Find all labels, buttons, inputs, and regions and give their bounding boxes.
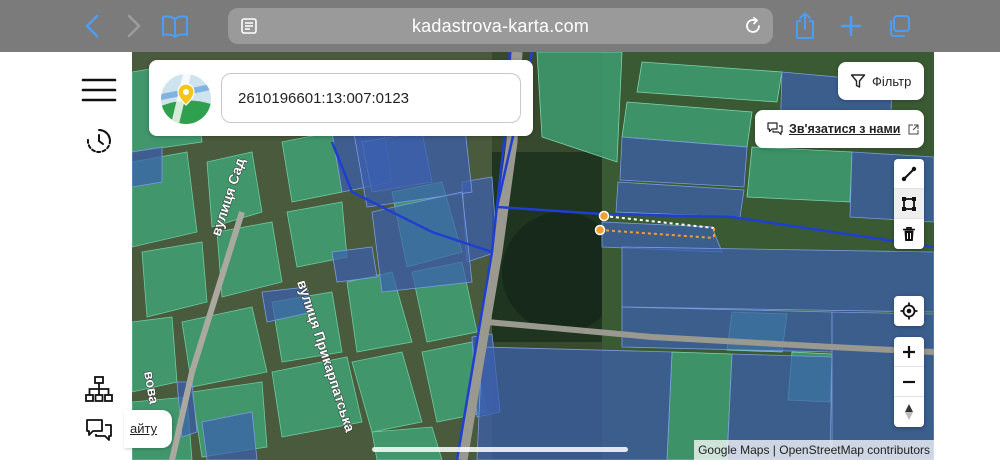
polygon-draw-icon	[902, 196, 916, 211]
chat-icon	[767, 122, 783, 136]
chevron-right-icon	[127, 14, 141, 38]
history-icon	[86, 129, 111, 153]
chat-icon	[86, 419, 112, 441]
polygon-tool-button[interactable]	[894, 189, 924, 219]
chevron-left-icon	[85, 14, 99, 38]
tabs-button[interactable]	[882, 9, 916, 43]
url-text: kadastrova-karta.com	[411, 16, 590, 36]
map-attribution[interactable]: Google Maps | OpenStreetMap contributors	[694, 440, 934, 460]
filter-icon	[850, 74, 866, 88]
zoom-in-icon	[903, 345, 915, 358]
menu-button[interactable]	[80, 76, 118, 104]
zoom-out-button[interactable]	[894, 367, 924, 397]
locate-icon	[900, 302, 918, 320]
bookmarks-button[interactable]	[158, 9, 192, 43]
locate-button[interactable]	[894, 296, 924, 326]
filter-label: Фільтр	[872, 73, 912, 89]
contact-button[interactable]: Зв'язатися з нами	[755, 110, 924, 148]
book-icon	[162, 15, 188, 38]
compass-button[interactable]	[894, 397, 924, 427]
address-bar[interactable]: kadastrova-karta.com	[228, 8, 773, 44]
share-button[interactable]	[788, 9, 822, 43]
reload-icon[interactable]	[743, 16, 763, 36]
back-button[interactable]	[76, 9, 110, 43]
browser-toolbar: kadastrova-karta.com	[0, 0, 1000, 52]
trash-icon	[903, 227, 915, 241]
line-draw-icon	[901, 166, 917, 181]
left-sidebar	[0, 52, 132, 460]
zoom-control	[894, 337, 924, 427]
home-indicator	[372, 447, 628, 452]
history-button[interactable]	[82, 124, 116, 158]
external-link-icon	[908, 124, 919, 134]
right-margin	[934, 52, 1000, 460]
screen: kadastrova-karta.com вулиця Сад вулиця П…	[0, 0, 1000, 460]
forward-button[interactable]	[116, 9, 150, 43]
chat-button[interactable]	[82, 414, 116, 446]
hamburger-icon	[81, 78, 117, 102]
site-link-button[interactable]: айту	[124, 410, 172, 448]
draw-toolbar	[894, 159, 924, 249]
locate-control	[894, 296, 924, 326]
zoom-out-icon	[903, 380, 915, 383]
compass-icon	[905, 404, 913, 420]
contact-label: Зв'язатися з нами	[789, 122, 901, 136]
tabs-icon	[890, 15, 910, 37]
structure-button[interactable]	[82, 374, 116, 404]
zoom-in-button[interactable]	[894, 337, 924, 367]
filter-button[interactable]: Фільтр	[838, 62, 924, 100]
search-panel: 2610196601:13:007:0123	[149, 60, 533, 136]
delete-tool-button[interactable]	[894, 219, 924, 249]
line-tool-button[interactable]	[894, 159, 924, 189]
share-icon	[796, 12, 814, 39]
new-tab-button[interactable]	[834, 9, 868, 43]
plus-icon	[840, 15, 862, 37]
hierarchy-icon	[85, 376, 113, 402]
map-logo-icon	[161, 74, 211, 124]
app-area: вулиця Сад вулиця Прикарпатська вова 261…	[0, 52, 1000, 460]
cadastral-search-input[interactable]: 2610196601:13:007:0123	[221, 73, 521, 123]
